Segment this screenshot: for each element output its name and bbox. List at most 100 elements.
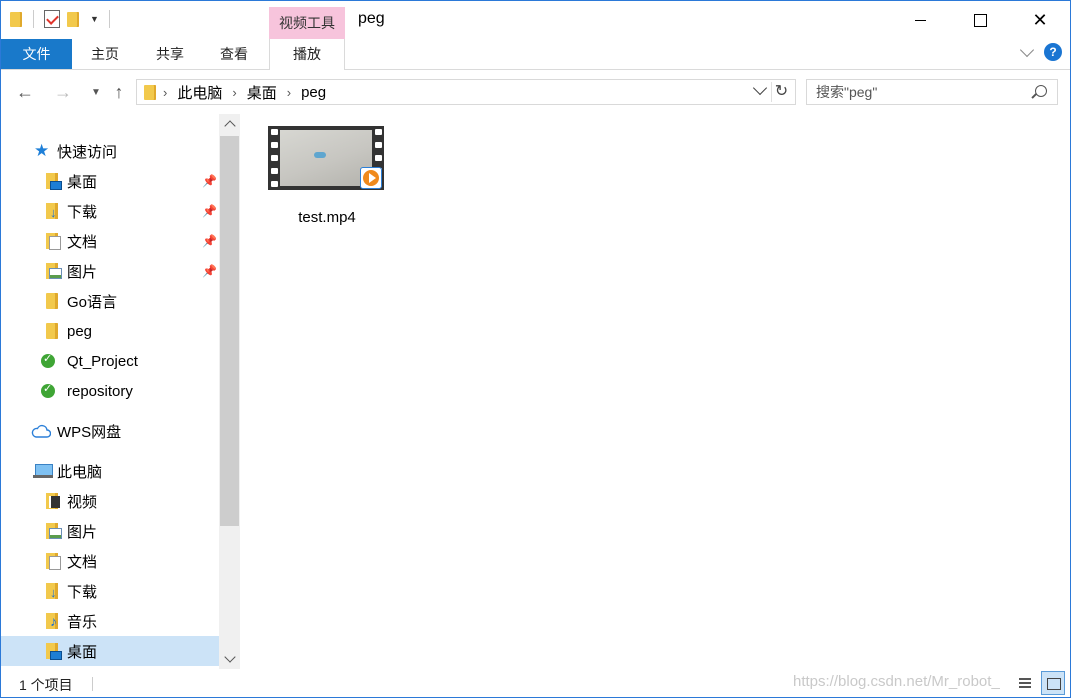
nav-item-desktop[interactable]: 桌面 📌 — [1, 166, 219, 196]
expand-ribbon-icon[interactable] — [1019, 42, 1035, 58]
scrollbar-thumb[interactable] — [220, 136, 239, 526]
nav-pc-documents[interactable]: 文档 — [1, 546, 219, 576]
thumbnail-logo-icon — [314, 152, 326, 158]
scroll-up-button[interactable] — [219, 114, 240, 134]
scroll-down-button[interactable] — [219, 649, 240, 669]
search-input[interactable]: 搜索"peg" — [806, 79, 1058, 105]
videos-folder-icon — [46, 493, 60, 509]
back-button[interactable]: ← — [14, 81, 36, 103]
navigation-bar: ← → ▼ ↑ › 此电脑 › 桌面 › peg ↻ 搜索"peg" — [1, 71, 1070, 113]
folder-icon — [46, 323, 58, 339]
film-strip-holes — [269, 126, 279, 190]
file-item[interactable]: test.mp4 — [268, 126, 388, 226]
pin-icon[interactable]: 📌 — [202, 174, 217, 188]
nav-label: peg — [67, 322, 93, 340]
forward-button[interactable]: → — [52, 81, 74, 103]
nav-pc-music[interactable]: 音乐 — [1, 606, 219, 636]
cloud-icon — [31, 424, 52, 438]
properties-icon[interactable] — [44, 10, 60, 28]
nav-item-repository[interactable]: repository — [1, 376, 219, 406]
breadcrumb-desktop[interactable]: 桌面 — [247, 82, 277, 103]
pin-icon[interactable]: 📌 — [202, 204, 217, 218]
breadcrumb-peg[interactable]: peg — [301, 84, 326, 101]
nav-item-peg[interactable]: peg — [1, 316, 219, 346]
navigation-pane: ★ 快速访问 桌面 📌 下载 📌 文档 📌 图片 📌 Go语言 — [1, 114, 241, 669]
nav-pc-pictures[interactable]: 图片 — [1, 516, 219, 546]
quick-access-toolbar: ▼ — [9, 10, 114, 28]
address-bar[interactable]: › 此电脑 › 桌面 › peg ↻ — [136, 79, 796, 105]
tab-play[interactable]: 播放 — [269, 39, 345, 70]
minimize-button[interactable] — [890, 1, 950, 39]
close-button[interactable]: ✕ — [1010, 1, 1070, 39]
nav-label: WPS网盘 — [57, 423, 122, 441]
status-divider — [92, 677, 93, 691]
tab-file[interactable]: 文件 — [1, 39, 72, 69]
nav-item-qt-project[interactable]: Qt_Project — [1, 346, 219, 376]
nav-this-pc[interactable]: 此电脑 — [1, 456, 219, 486]
window-controls: ✕ — [890, 1, 1070, 39]
toolbar-divider — [108, 10, 110, 28]
item-count: 1 个项目 — [19, 677, 73, 693]
folder-icon — [9, 10, 23, 28]
nav-pc-downloads[interactable]: 下载 — [1, 576, 219, 606]
file-list[interactable]: test.mp4 — [242, 114, 1070, 669]
nav-label: Go语言 — [67, 293, 118, 311]
ribbon-tabs: 文件 主页 共享 查看 播放 ? — [1, 39, 1070, 70]
nav-label: 此电脑 — [57, 463, 103, 481]
pin-icon[interactable]: 📌 — [202, 264, 217, 278]
nav-label: repository — [67, 382, 133, 400]
breadcrumb-separator-icon[interactable]: › — [163, 85, 167, 100]
pictures-folder-icon — [46, 523, 62, 539]
breadcrumb-separator-icon[interactable]: › — [287, 85, 291, 100]
documents-folder-icon — [46, 233, 61, 250]
title-bar: ▼ 视频工具 peg ✕ — [1, 1, 1070, 39]
nav-label: 图片 — [67, 263, 98, 281]
breadcrumb-this-pc[interactable]: 此电脑 — [177, 82, 222, 103]
nav-item-downloads[interactable]: 下载 📌 — [1, 196, 219, 226]
large-icons-view-icon[interactable] — [1041, 671, 1065, 695]
desktop-folder-icon — [46, 643, 62, 660]
up-button[interactable]: ↑ — [108, 81, 130, 103]
maximize-button[interactable] — [950, 1, 1010, 39]
tab-home[interactable]: 主页 — [73, 39, 137, 69]
search-icon[interactable] — [1035, 85, 1047, 97]
video-thumbnail — [280, 130, 372, 186]
watermark-text: https://blog.csdn.net/Mr_robot_ — [793, 673, 1000, 690]
nav-label: 视频 — [67, 493, 98, 511]
nav-item-go[interactable]: Go语言 — [1, 286, 219, 316]
nav-quick-access[interactable]: ★ 快速访问 — [1, 136, 219, 166]
new-folder-icon[interactable] — [66, 10, 80, 28]
refresh-icon[interactable]: ↻ — [771, 82, 791, 102]
nav-wps-cloud[interactable]: WPS网盘 — [1, 416, 219, 446]
customize-toolbar-icon[interactable]: ▼ — [90, 14, 99, 24]
nav-label: 桌面 — [67, 173, 98, 191]
nav-scrollbar[interactable] — [219, 114, 240, 669]
recent-locations-button[interactable]: ▼ — [85, 81, 107, 103]
pin-icon[interactable]: 📌 — [202, 234, 217, 248]
ribbon-right-controls: ? — [1019, 42, 1062, 61]
synced-folder-icon — [41, 382, 55, 398]
file-name: test.mp4 — [298, 209, 356, 226]
folder-icon — [143, 83, 157, 101]
breadcrumb-separator-icon[interactable]: › — [232, 85, 236, 100]
music-folder-icon — [46, 613, 58, 629]
media-player-icon — [360, 167, 382, 189]
pictures-folder-icon — [46, 263, 62, 279]
star-icon: ★ — [34, 141, 50, 160]
nav-label: 图片 — [67, 523, 98, 541]
tab-share[interactable]: 共享 — [139, 39, 201, 69]
folder-icon — [46, 293, 58, 309]
details-view-icon[interactable] — [1015, 673, 1035, 693]
video-tools-tab-group: 视频工具 — [269, 7, 345, 39]
nav-label: 快速访问 — [57, 143, 118, 161]
downloads-folder-icon — [46, 583, 58, 600]
nav-label: Qt_Project — [67, 352, 138, 370]
nav-pc-desktop[interactable]: 桌面 — [1, 636, 219, 666]
tab-view[interactable]: 查看 — [203, 39, 265, 69]
nav-item-documents[interactable]: 文档 📌 — [1, 226, 219, 256]
address-history-chevron-down-icon[interactable] — [752, 80, 768, 96]
nav-item-pictures[interactable]: 图片 📌 — [1, 256, 219, 286]
desktop-folder-icon — [46, 173, 62, 190]
nav-pc-videos[interactable]: 视频 — [1, 486, 219, 516]
help-icon[interactable]: ? — [1044, 43, 1062, 61]
